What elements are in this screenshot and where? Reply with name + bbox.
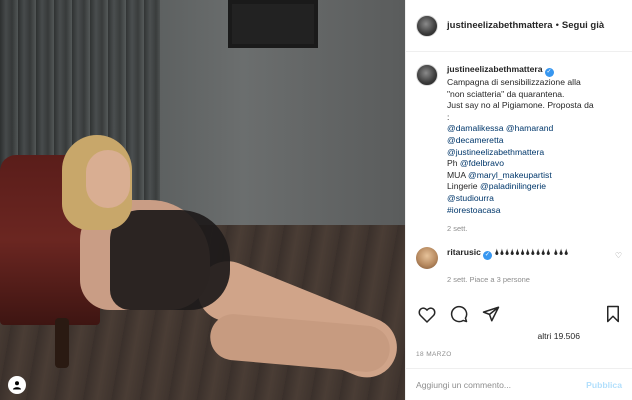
comment-meta: 2 sett. Piace a 3 persone [447, 275, 530, 285]
caption-line: Just say no al Pigiamone. Proposta da [447, 100, 594, 111]
avatar[interactable] [416, 64, 438, 86]
comment-owner[interactable]: ritarusic [447, 247, 481, 257]
comment-text: ritarusic ✓ 🌢🌢🌢🌢🌢🌢🌢🌢🌢🌢🌢 🌢🌢🌢 [447, 247, 612, 261]
caption-line: "non sciatteria" da quarantena. [447, 88, 565, 99]
post-date[interactable]: 18 MARZO [416, 351, 452, 358]
heart-icon[interactable] [416, 303, 438, 325]
post-header: justineelizabethmattera • Segui già [406, 0, 632, 52]
lingerie-mention[interactable]: @paladinilingerie [480, 181, 546, 191]
mua-mention[interactable]: @maryl_makeupartist [468, 170, 552, 180]
likes-count[interactable]: altri 19.506 [537, 331, 580, 341]
caption-owner[interactable]: justineelizabethmattera [447, 64, 543, 74]
add-comment-bar: Pubblica [406, 368, 632, 400]
lingerie-label: Lingerie [447, 181, 478, 192]
caption: justineelizabethmattera ✓ Campagna di sen… [416, 64, 622, 216]
ph-label: Ph [447, 158, 458, 169]
caption-line: Campagna di sensibilizzazione alla [447, 77, 581, 87]
photo-figure-face [86, 150, 130, 208]
list-item: ritarusic ✓ 🌢🌢🌢🌢🌢🌢🌢🌢🌢🌢🌢 🌢🌢🌢 ♡ [416, 247, 622, 270]
comments-list[interactable]: justineelizabethmattera ✓ Campagna di sen… [406, 52, 632, 298]
caption-mention[interactable]: @justineelizabethmattera [447, 147, 622, 159]
comment-icon[interactable] [448, 303, 470, 325]
caption-time[interactable]: 2 sett. [447, 224, 622, 233]
caption-line: : [447, 111, 450, 122]
following-button[interactable]: Segui già [562, 20, 604, 31]
user-icon[interactable] [8, 376, 26, 394]
photo-figure-outfit [110, 210, 230, 310]
header-separator: • [555, 20, 559, 31]
caption-mention[interactable]: @decameretta [447, 135, 622, 147]
studio-mention[interactable]: @studiourra [447, 193, 622, 205]
comment-content: 🌢🌢🌢🌢🌢🌢🌢🌢🌢🌢🌢 🌢🌢🌢 [494, 247, 569, 258]
post-photo[interactable] [0, 0, 405, 400]
bookmark-icon[interactable] [602, 303, 624, 325]
comment-input[interactable] [416, 379, 587, 390]
ph-mention[interactable]: @fdelbravo [460, 158, 504, 168]
mua-label: MUA [447, 169, 466, 180]
like-comment-heart-icon[interactable]: ♡ [615, 251, 622, 260]
share-icon[interactable] [480, 303, 502, 325]
post-owner-username[interactable]: justineelizabethmattera [447, 20, 553, 31]
avatar[interactable] [416, 247, 438, 270]
avatar[interactable] [416, 14, 438, 37]
verified-badge-icon: ✓ [544, 68, 554, 77]
photo-sofa-leg [55, 318, 69, 368]
caption-text: justineelizabethmattera ✓ Campagna di sen… [447, 64, 622, 216]
post-side-panel: justineelizabethmattera • Segui già just… [405, 0, 632, 400]
verified-badge-icon: ✓ [482, 251, 492, 261]
hashtag[interactable]: #iorestoacasa [447, 205, 622, 217]
photo-window [228, 0, 318, 48]
post-actions [416, 300, 624, 328]
publish-button[interactable]: Pubblica [586, 380, 622, 390]
caption-mention[interactable]: @damalikessa @hamarand [447, 123, 622, 135]
